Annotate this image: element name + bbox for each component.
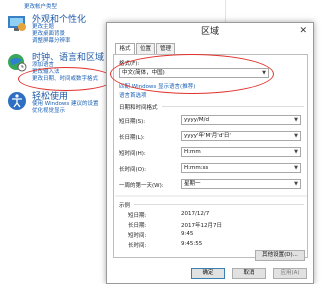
- short-time-label: 短时间(H):: [119, 151, 146, 157]
- chevron-down-icon: ▼: [294, 117, 298, 123]
- language-preferences-link[interactable]: 语言首选项: [119, 91, 147, 99]
- chevron-down-icon: ▼: [262, 70, 266, 76]
- long-date-value: yyyy'年'M'月'd'日': [184, 133, 231, 139]
- example-short-time-label: 短时间:: [128, 233, 147, 239]
- change-input-method-link[interactable]: 更改输入法: [32, 69, 60, 76]
- region-dialog: 区域 ✕ 格式 位置 管理 格式(F): 中文(简体，中国) ▼ 匹配 Wind…: [106, 22, 314, 284]
- short-date-label: 短日期(S):: [119, 119, 146, 125]
- dialog-title: 区域: [200, 27, 219, 37]
- short-time-value: H:mm: [184, 149, 201, 155]
- format-panel: 格式(F): 中文(简体，中国) ▼ 匹配 Windows 显示语言(推荐) 语…: [113, 54, 308, 261]
- datetime-formats-group-title: 日期和时间格式: [119, 105, 158, 111]
- first-day-of-week-select[interactable]: 星期一 ▼: [181, 179, 301, 189]
- example-long-date-value: 2017年12月7日: [181, 223, 222, 229]
- short-date-value: yyyy/M/d: [184, 117, 209, 123]
- appearance-icon: [8, 16, 26, 31]
- format-label: 格式(F):: [119, 61, 140, 67]
- format-select-value: 中文(简体，中国): [122, 70, 165, 76]
- examples-group-title: 示例: [119, 203, 131, 209]
- long-date-label: 长日期(L):: [119, 135, 145, 141]
- long-time-label: 长时间(O):: [119, 167, 146, 173]
- chevron-down-icon: ▼: [294, 181, 298, 187]
- close-icon[interactable]: ✕: [299, 26, 307, 36]
- match-windows-language-link[interactable]: 匹配 Windows 显示语言(推荐): [119, 82, 195, 90]
- globe-clock-icon: [8, 54, 27, 72]
- format-select[interactable]: 中文(简体，中国) ▼: [119, 68, 269, 78]
- first-day-of-week-label: 一周的第一天(W):: [119, 183, 164, 189]
- chevron-down-icon: ▼: [294, 133, 298, 139]
- example-short-time-value: 9:45: [181, 231, 194, 237]
- add-language-link[interactable]: 添加语言: [32, 62, 54, 69]
- examples-group-divider: [134, 204, 304, 205]
- example-short-date-label: 短日期:: [128, 213, 147, 219]
- cancel-button[interactable]: 取消: [232, 268, 266, 279]
- long-time-select[interactable]: H:mm:ss ▼: [181, 163, 301, 173]
- chevron-down-icon: ▼: [294, 165, 298, 171]
- tab-administrative[interactable]: 管理: [156, 43, 175, 54]
- example-long-time-value: 9:45:55: [181, 241, 203, 247]
- short-time-select[interactable]: H:mm ▼: [181, 147, 301, 157]
- windows-suggested-settings-link[interactable]: 使用 Windows 建议的设置: [32, 101, 99, 108]
- example-short-date-value: 2017/12/7: [181, 211, 210, 217]
- adjust-resolution-link[interactable]: 调整屏幕分辨率: [32, 38, 71, 45]
- change-date-time-number-format-link[interactable]: 更改日期、时间或数字格式: [32, 76, 98, 83]
- example-long-date-label: 长日期:: [128, 223, 147, 229]
- chevron-down-icon: ▼: [294, 149, 298, 155]
- long-date-select[interactable]: yyyy'年'M'月'd'日' ▼: [181, 131, 301, 141]
- other-settings-button[interactable]: 其他设置(D)...: [255, 250, 305, 261]
- optimize-visual-display-link[interactable]: 优化视觉显示: [32, 108, 65, 115]
- change-account-type-link[interactable]: 更改帐户类型: [24, 2, 57, 10]
- short-date-select[interactable]: yyyy/M/d ▼: [181, 115, 301, 125]
- example-long-time-label: 长时间:: [128, 243, 147, 249]
- change-theme-link[interactable]: 更改主题: [32, 24, 54, 31]
- ease-of-access-icon: [8, 92, 26, 110]
- long-time-value: H:mm:ss: [184, 165, 209, 171]
- apply-button[interactable]: 应用(A): [273, 268, 307, 279]
- ok-button[interactable]: 确定: [191, 268, 225, 279]
- tab-location[interactable]: 位置: [136, 43, 155, 54]
- change-desktop-background-link[interactable]: 更改桌面背景: [32, 31, 65, 38]
- first-day-of-week-value: 星期一: [184, 181, 201, 187]
- separator-band: [115, 195, 307, 197]
- datetime-group-divider: [162, 106, 304, 107]
